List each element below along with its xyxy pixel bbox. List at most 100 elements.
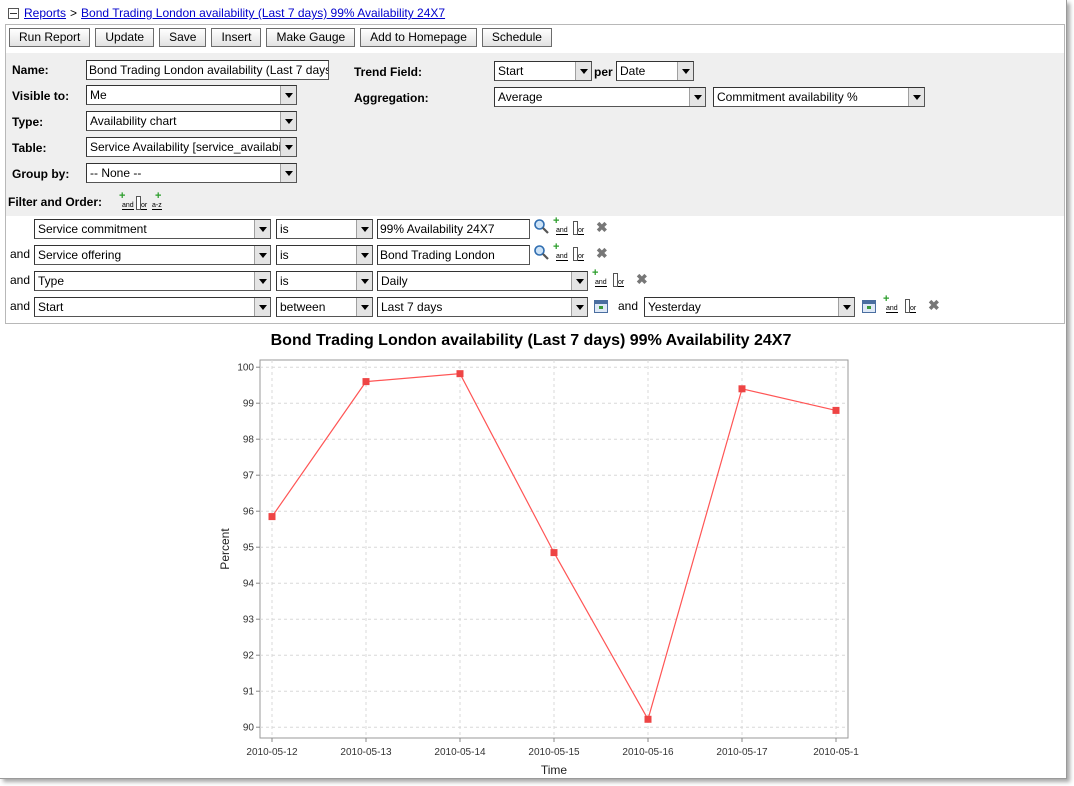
delete-icon[interactable]: ✖: [596, 246, 608, 260]
calendar-icon[interactable]: [862, 300, 876, 313]
and-icon-text: and: [556, 253, 568, 261]
or-icon-text: or: [578, 253, 585, 261]
and-icon-text: and: [595, 279, 607, 287]
x-tick-label: 2010-05-17: [716, 747, 768, 758]
x-tick-label: 2010-05-16: [622, 747, 674, 758]
or-icon-text: or: [618, 279, 625, 287]
chevron-down-icon: [254, 220, 270, 238]
sort-icon-text: a-z: [152, 202, 162, 210]
delete-icon[interactable]: ✖: [596, 220, 608, 234]
y-tick-label: 90: [243, 723, 255, 734]
add-and-icon[interactable]: + and: [592, 268, 607, 287]
save-button[interactable]: Save: [159, 28, 207, 47]
trend-field-select[interactable]: Start: [494, 61, 592, 81]
filter-value2: Yesterday: [648, 300, 701, 314]
y-tick-label: 94: [243, 579, 255, 590]
filter-field-select[interactable]: Service commitment: [34, 219, 271, 239]
add-and-icon[interactable]: + and: [553, 216, 568, 235]
chevron-down-icon: [254, 246, 270, 264]
aggregation-select[interactable]: Average: [494, 87, 706, 107]
y-tick-label: 98: [243, 435, 255, 446]
filter-field-select[interactable]: Service offering: [34, 245, 271, 265]
add-or-icon[interactable]: or: [612, 272, 626, 287]
chevron-down-icon: [575, 62, 591, 80]
and-icon-text: and: [556, 227, 568, 235]
filter-operator-select[interactable]: between: [276, 297, 373, 317]
toolbar: Run Report Update Save Insert Make Gauge…: [9, 28, 552, 48]
type-select[interactable]: Availability chart: [86, 111, 297, 131]
data-point: [644, 715, 652, 723]
chevron-down-icon: [571, 272, 587, 290]
filter-and-prefix: and: [10, 273, 31, 287]
filter-value-select[interactable]: Daily: [377, 271, 588, 291]
report-editor-panel: Run Report Update Save Insert Make Gauge…: [5, 24, 1065, 324]
add-and-icon[interactable]: + and: [883, 294, 898, 313]
filter-operator-select[interactable]: is: [276, 271, 373, 291]
chevron-down-icon: [677, 62, 693, 80]
filter-field-select[interactable]: Start: [34, 297, 271, 317]
filter-value: Daily: [381, 274, 408, 288]
filter-field-select[interactable]: Type: [34, 271, 271, 291]
x-tick-label: 2010-05-15: [528, 747, 580, 758]
delete-icon[interactable]: ✖: [928, 298, 940, 312]
chevron-down-icon: [908, 88, 924, 106]
x-axis-label: Time: [541, 763, 568, 777]
filter-value-input[interactable]: Bond Trading London: [377, 245, 530, 265]
magnifier-icon[interactable]: [533, 244, 549, 260]
filter-operator-select[interactable]: is: [276, 219, 373, 239]
breadcrumb-current-link[interactable]: Bond Trading London availability (Last 7…: [81, 6, 445, 20]
add-or-icon[interactable]: or: [904, 298, 918, 313]
visible-to-label: Visible to:: [12, 89, 70, 103]
delete-icon[interactable]: ✖: [636, 272, 648, 286]
update-button[interactable]: Update: [95, 28, 155, 47]
y-tick-label: 95: [243, 543, 255, 554]
make-gauge-button[interactable]: Make Gauge: [266, 28, 356, 47]
y-tick-label: 92: [243, 651, 255, 662]
y-tick-label: 93: [243, 615, 255, 626]
add-to-homepage-button[interactable]: Add to Homepage: [360, 28, 477, 47]
filter-operator-select[interactable]: is: [276, 245, 373, 265]
add-or-icon[interactable]: or: [572, 246, 586, 261]
y-tick-label: 99: [243, 399, 255, 410]
type-label: Type:: [12, 115, 44, 129]
per-select[interactable]: Date: [616, 61, 694, 81]
filter-value2-select[interactable]: Yesterday: [644, 297, 855, 317]
chevron-down-icon: [356, 246, 372, 264]
filter-field-value: Type: [38, 274, 65, 288]
chevron-down-icon: [356, 298, 372, 316]
collapse-icon[interactable]: [8, 7, 19, 19]
magnifier-icon[interactable]: [533, 218, 549, 234]
chevron-down-icon: [838, 298, 854, 316]
calendar-icon[interactable]: [594, 300, 608, 313]
group-by-value: -- None --: [90, 166, 142, 180]
y-axis-label: Percent: [218, 528, 232, 570]
add-and-icon[interactable]: + and: [553, 242, 568, 261]
per-label: per: [594, 65, 613, 79]
filter-value-select[interactable]: Last 7 days: [377, 297, 588, 317]
run-report-button[interactable]: Run Report: [9, 28, 91, 47]
add-or-icon[interactable]: or: [572, 220, 586, 235]
filter-and-order-label: Filter and Order:: [8, 195, 103, 209]
x-tick-label: 2010-05-12: [246, 747, 298, 758]
chevron-down-icon: [280, 112, 296, 130]
chevron-down-icon: [280, 164, 296, 182]
availability-line-chart: 90 91 92 93 94 95 96 97 98 99 100 2010-05-12 2010-05…: [218, 359, 859, 777]
schedule-button[interactable]: Schedule: [481, 28, 552, 47]
group-by-select[interactable]: -- None --: [86, 163, 297, 183]
table-select[interactable]: Service Availability [service_availabili…: [86, 137, 297, 157]
y-tick-label: 100: [237, 363, 254, 374]
filter-value-input[interactable]: 99% Availability 24X7: [377, 219, 530, 239]
visible-to-select[interactable]: Me: [86, 85, 297, 105]
aggregation-field-select[interactable]: Commitment availability %: [713, 87, 925, 107]
name-input[interactable]: Bond Trading London availability (Last 7…: [86, 60, 329, 80]
x-tick-label: 2010-05-13: [340, 747, 392, 758]
breadcrumb-reports-link[interactable]: Reports: [24, 6, 66, 20]
name-label: Name:: [12, 63, 49, 77]
add-and-icon[interactable]: + and: [119, 191, 134, 210]
add-or-icon[interactable]: or: [135, 195, 149, 210]
insert-button[interactable]: Insert: [211, 28, 262, 47]
data-point: [268, 513, 276, 521]
add-sort-icon[interactable]: + a-z: [151, 191, 165, 210]
filter-field-value: Service offering: [38, 248, 122, 262]
table-value: Service Availability [service_availabili…: [90, 140, 296, 154]
